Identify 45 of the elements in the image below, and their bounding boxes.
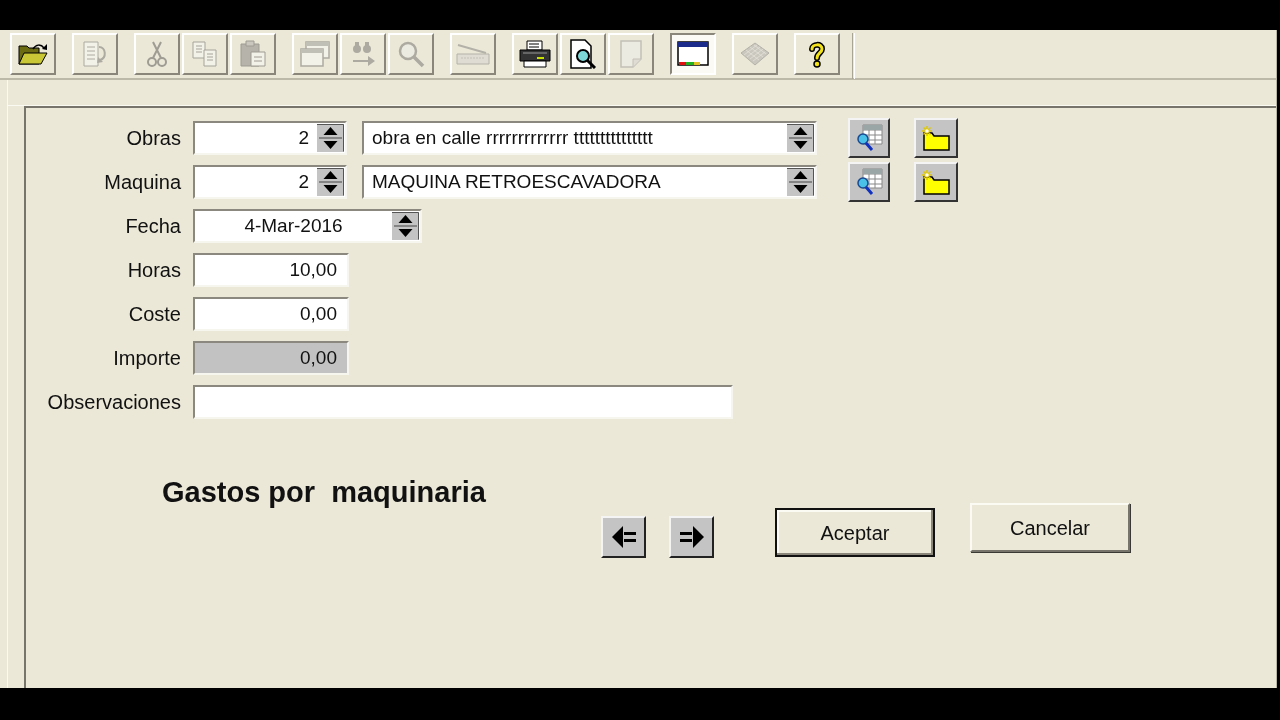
accept-button[interactable]: Aceptar <box>775 508 935 557</box>
field-label: Obras <box>126 126 181 151</box>
printer-icon <box>519 40 551 68</box>
table-search-button[interactable] <box>848 162 890 202</box>
screen-button[interactable] <box>670 33 716 75</box>
two-pages-icon <box>192 41 218 67</box>
field-label: Importe <box>113 346 181 371</box>
table-magnifier-icon <box>855 168 883 196</box>
number-field[interactable]: 10,00 <box>193 253 349 287</box>
search-icon <box>397 40 425 68</box>
new-folder-button[interactable] <box>914 118 958 158</box>
previous-button[interactable] <box>601 516 646 558</box>
number-field[interactable]: 0,00 <box>193 297 349 331</box>
field-label: Horas <box>127 258 181 283</box>
sparkle-folder-icon <box>921 125 951 151</box>
binoculars-arrow-icon <box>350 41 376 67</box>
scanner-icon <box>456 43 490 65</box>
cancel-button[interactable]: Cancelar <box>970 503 1130 552</box>
page-icon <box>619 40 643 68</box>
right-arrow-icon <box>678 525 705 549</box>
table-search-button[interactable] <box>848 118 890 158</box>
page-magnifier-icon <box>569 39 597 69</box>
two-windows-icon <box>300 41 330 67</box>
field-label: Coste <box>128 302 181 327</box>
open-button[interactable] <box>10 33 56 75</box>
form-title: Gastos por maquinaria <box>162 475 486 510</box>
field-label: Observaciones <box>47 390 181 415</box>
preview-button[interactable] <box>560 33 606 75</box>
clipboard-icon <box>240 40 266 68</box>
folder-arrow-icon <box>18 42 48 66</box>
new-folder-button[interactable] <box>914 162 958 202</box>
help-button[interactable] <box>794 33 840 75</box>
print-button[interactable] <box>512 33 558 75</box>
next-button[interactable] <box>669 516 714 558</box>
field-label: Fecha <box>125 214 181 239</box>
document-arrow-icon <box>82 40 108 68</box>
window-panel-icon <box>677 41 709 67</box>
table-magnifier-icon <box>855 124 883 152</box>
scissors-icon <box>147 40 167 68</box>
question-mark-icon <box>807 40 827 68</box>
field-label: Maquina <box>104 170 181 195</box>
text-field[interactable] <box>193 385 733 419</box>
sparkle-folder-icon <box>921 169 951 195</box>
left-arrow-icon <box>610 525 637 549</box>
diamond-grid-icon <box>740 42 770 66</box>
